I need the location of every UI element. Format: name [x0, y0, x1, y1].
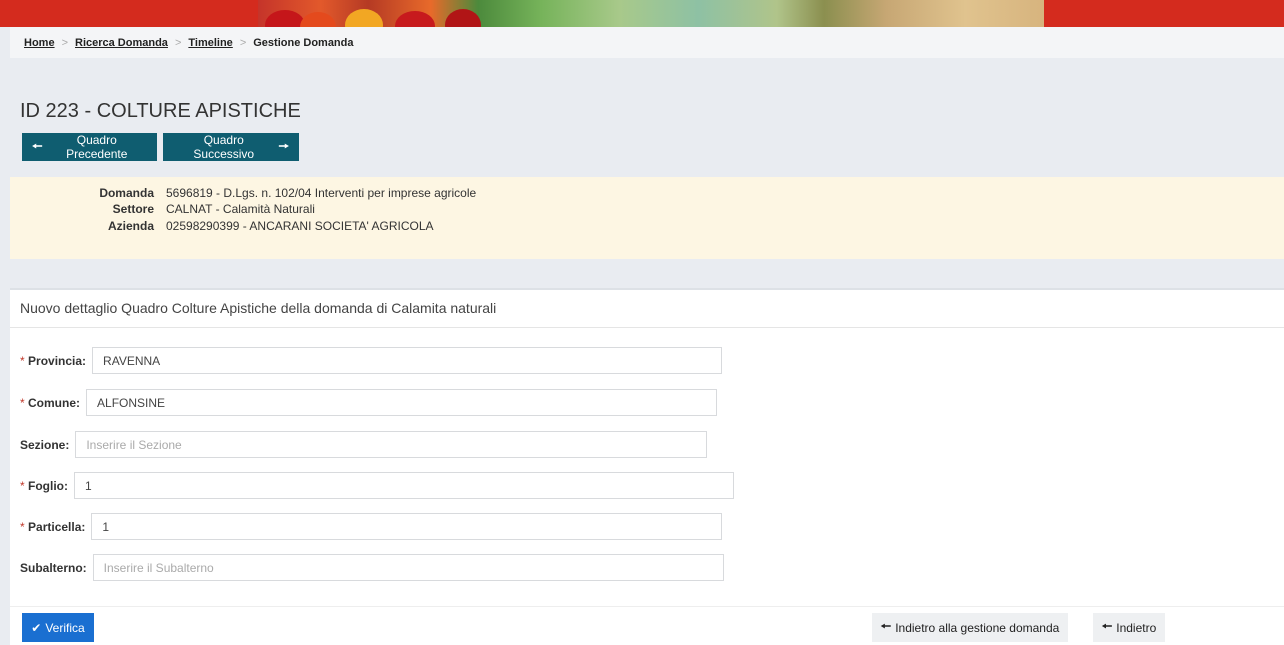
- back-button[interactable]: 🠔 Indietro: [1093, 613, 1165, 642]
- breadcrumb-separator: >: [239, 36, 247, 49]
- info-row-settore: Settore CALNAT - Calamità Naturali: [10, 202, 315, 216]
- header-banner: [0, 0, 1284, 27]
- info-row-domanda: Domanda 5696819 - D.Lgs. n. 102/04 Inter…: [10, 186, 476, 200]
- page-title: ID 223 - COLTURE APISTICHE: [20, 100, 301, 122]
- field-label: * Particella:: [20, 519, 86, 534]
- previous-panel-button[interactable]: 🠔 Quadro Precedente: [22, 133, 157, 161]
- info-value: 5696819 - D.Lgs. n. 102/04 Interventi pe…: [166, 186, 477, 200]
- next-panel-button[interactable]: Quadro Successivo 🠖: [163, 133, 299, 161]
- provincia-input[interactable]: RAVENNA: [92, 347, 723, 374]
- breadcrumb-ricerca-domanda[interactable]: Ricerca Domanda: [75, 37, 168, 49]
- form-card: Nuovo dettaglio Quadro Colture Apistiche…: [10, 288, 1284, 645]
- sezione-input[interactable]: Inserire il Sezione: [75, 431, 708, 458]
- info-value: CALNAT - Calamità Naturali: [166, 202, 315, 216]
- breadcrumb-separator: >: [174, 36, 182, 49]
- verify-button[interactable]: ✔ Verifica: [22, 613, 94, 642]
- field-label: Subalterno:: [20, 560, 87, 575]
- back-to-management-button[interactable]: 🠔 Indietro alla gestione domanda: [872, 613, 1068, 642]
- breadcrumb-home[interactable]: Home: [24, 37, 55, 49]
- info-row-azienda: Azienda 02598290399 - ANCARANI SOCIETA' …: [10, 219, 434, 233]
- info-label: Settore: [112, 202, 154, 216]
- field-particella: * Particella: 1: [20, 513, 723, 540]
- subalterno-input[interactable]: Inserire il Subalterno: [92, 554, 724, 581]
- field-label: * Comune:: [20, 395, 81, 410]
- form-header: Nuovo dettaglio Quadro Colture Apistiche…: [20, 300, 497, 316]
- back-label: Indietro: [1116, 620, 1157, 635]
- field-label: * Provincia:: [20, 353, 87, 368]
- breadcrumb-timeline[interactable]: Timeline: [188, 37, 232, 49]
- divider: [10, 606, 1284, 607]
- previous-panel-label: Quadro Precedente: [66, 133, 128, 161]
- field-subalterno: Subalterno: Inserire il Subalterno: [20, 554, 724, 581]
- breadcrumb: Home > Ricerca Domanda > Timeline > Gest…: [10, 27, 1284, 58]
- field-foglio: * Foglio: 1: [20, 472, 734, 499]
- back-to-management-label: Indietro alla gestione domanda: [895, 620, 1060, 635]
- field-label: Sezione:: [20, 437, 70, 452]
- verify-label: Verifica: [45, 620, 85, 635]
- info-value: 02598290399 - ANCARANI SOCIETA' AGRICOLA: [166, 219, 434, 233]
- field-label: * Foglio:: [20, 478, 68, 493]
- info-label: Azienda: [107, 219, 154, 233]
- application-info-panel: Domanda 5696819 - D.Lgs. n. 102/04 Inter…: [10, 177, 1284, 259]
- field-provincia: * Provincia: RAVENNA: [20, 347, 723, 374]
- breadcrumb-separator: >: [61, 36, 68, 49]
- next-panel-label: Quadro Successivo: [193, 133, 255, 161]
- particella-input[interactable]: 1: [91, 513, 723, 540]
- comune-input[interactable]: ALFONSINE: [86, 389, 718, 416]
- info-label: Domanda: [99, 186, 154, 200]
- breadcrumb-current: Gestione Domanda: [253, 36, 354, 49]
- arrow-left-icon: 🠔: [32, 138, 43, 153]
- field-comune: * Comune: ALFONSINE: [20, 389, 718, 416]
- divider: [10, 327, 1284, 328]
- check-icon: ✔: [31, 620, 42, 635]
- foglio-input[interactable]: 1: [74, 472, 734, 499]
- field-sezione: Sezione: Inserire il Sezione: [20, 431, 708, 458]
- arrow-left-icon: 🠔: [880, 619, 892, 633]
- arrow-left-icon: 🠔: [1101, 619, 1113, 633]
- arrow-right-icon: 🠖: [278, 138, 289, 153]
